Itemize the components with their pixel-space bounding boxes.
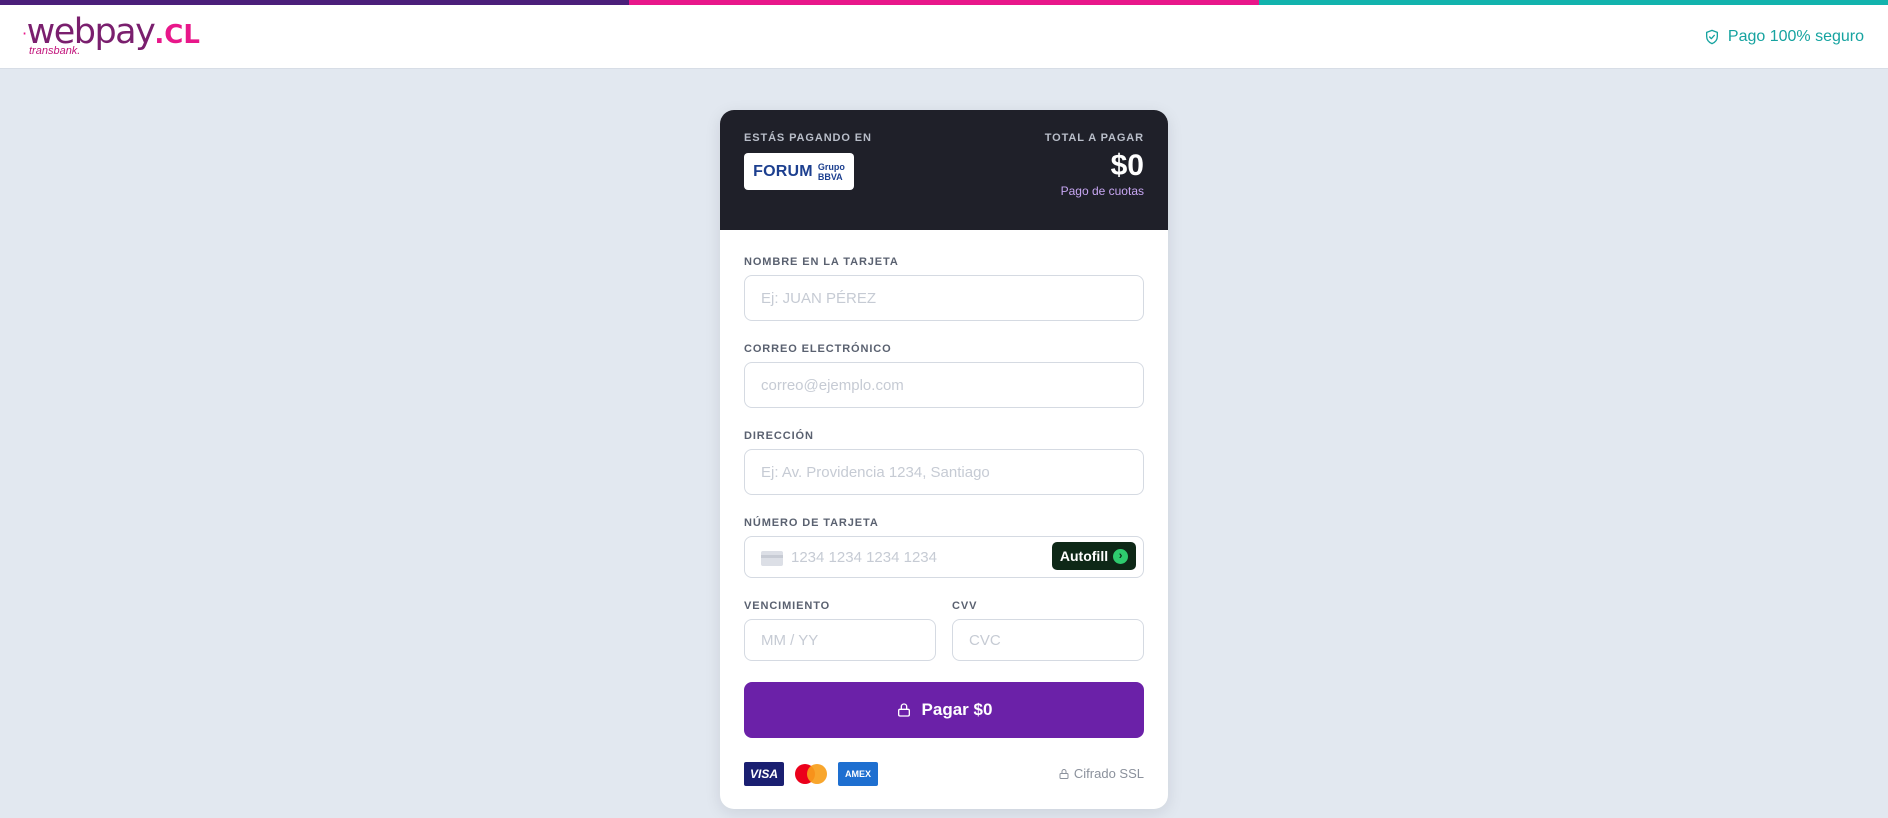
credit-card-icon: [761, 551, 783, 566]
card-number-input[interactable]: 1234 1234 1234 1234 Autofill ›: [744, 536, 1144, 578]
amex-icon: AMEX: [838, 762, 878, 786]
total-label: TOTAL A PAGAR: [1044, 132, 1144, 144]
address-input[interactable]: [744, 449, 1144, 495]
merchant-name: FORUM: [753, 162, 813, 180]
arrow-right-icon: ›: [1113, 548, 1129, 564]
visa-icon: VISA: [744, 762, 784, 786]
autofill-button[interactable]: Autofill ›: [1052, 542, 1136, 570]
cvv-input[interactable]: [952, 619, 1144, 661]
lock-small-icon: [1059, 768, 1069, 779]
card-number-label: NÚMERO DE TARJETA: [744, 517, 879, 529]
card-number-placeholder: 1234 1234 1234 1234: [791, 549, 937, 566]
logo-subtitle: transbank.: [29, 45, 81, 57]
merchant-group-line1: Grupo: [817, 161, 845, 172]
email-label: CORREO ELECTRÓNICO: [744, 343, 892, 355]
cardholder-name-input[interactable]: [744, 275, 1144, 321]
secure-label: Pago 100% seguro: [1727, 28, 1864, 45]
brand-stripe: [0, 0, 1888, 5]
autofill-label: Autofill: [1059, 548, 1109, 564]
webpay-logo[interactable]: ·webpay.CL transbank.: [22, 12, 200, 58]
lock-icon: [897, 703, 910, 717]
pay-button-label: Pagar $0: [921, 700, 993, 719]
payment-type: Pago de cuotas: [1060, 184, 1144, 198]
paying-at-label: ESTÁS PAGANDO EN: [744, 132, 872, 144]
payment-summary: ESTÁS PAGANDO EN FORUM Grupo BBVA TOTAL A…: [720, 110, 1168, 230]
mastercard-icon: [794, 762, 828, 786]
merchant-logo: FORUM Grupo BBVA: [744, 153, 854, 190]
shield-check-icon: [1705, 29, 1718, 45]
logo-suffix: .CL: [154, 20, 200, 50]
ssl-label: Cifrado SSL: [1073, 766, 1144, 781]
card-brands: VISA AMEX: [744, 762, 878, 786]
address-label: DIRECCIÓN: [744, 430, 814, 442]
expiry-input[interactable]: [744, 619, 936, 661]
secure-payment-badge: Pago 100% seguro: [1704, 24, 1864, 50]
cvv-label: CVV: [952, 600, 978, 612]
name-label: NOMBRE EN LA TARJETA: [744, 256, 899, 268]
email-input[interactable]: [744, 362, 1144, 408]
payment-card: ESTÁS PAGANDO EN FORUM Grupo BBVA TOTAL A…: [720, 110, 1168, 809]
top-bar: ·webpay.CL transbank. Pago 100% seguro: [0, 0, 1888, 69]
merchant-group-line2: BBVA: [817, 171, 843, 182]
expiry-label: VENCIMIENTO: [744, 600, 831, 612]
total-amount: $0: [1110, 149, 1144, 182]
pay-button[interactable]: Pagar $0: [744, 682, 1144, 738]
ssl-badge: Cifrado SSL: [1058, 766, 1144, 781]
